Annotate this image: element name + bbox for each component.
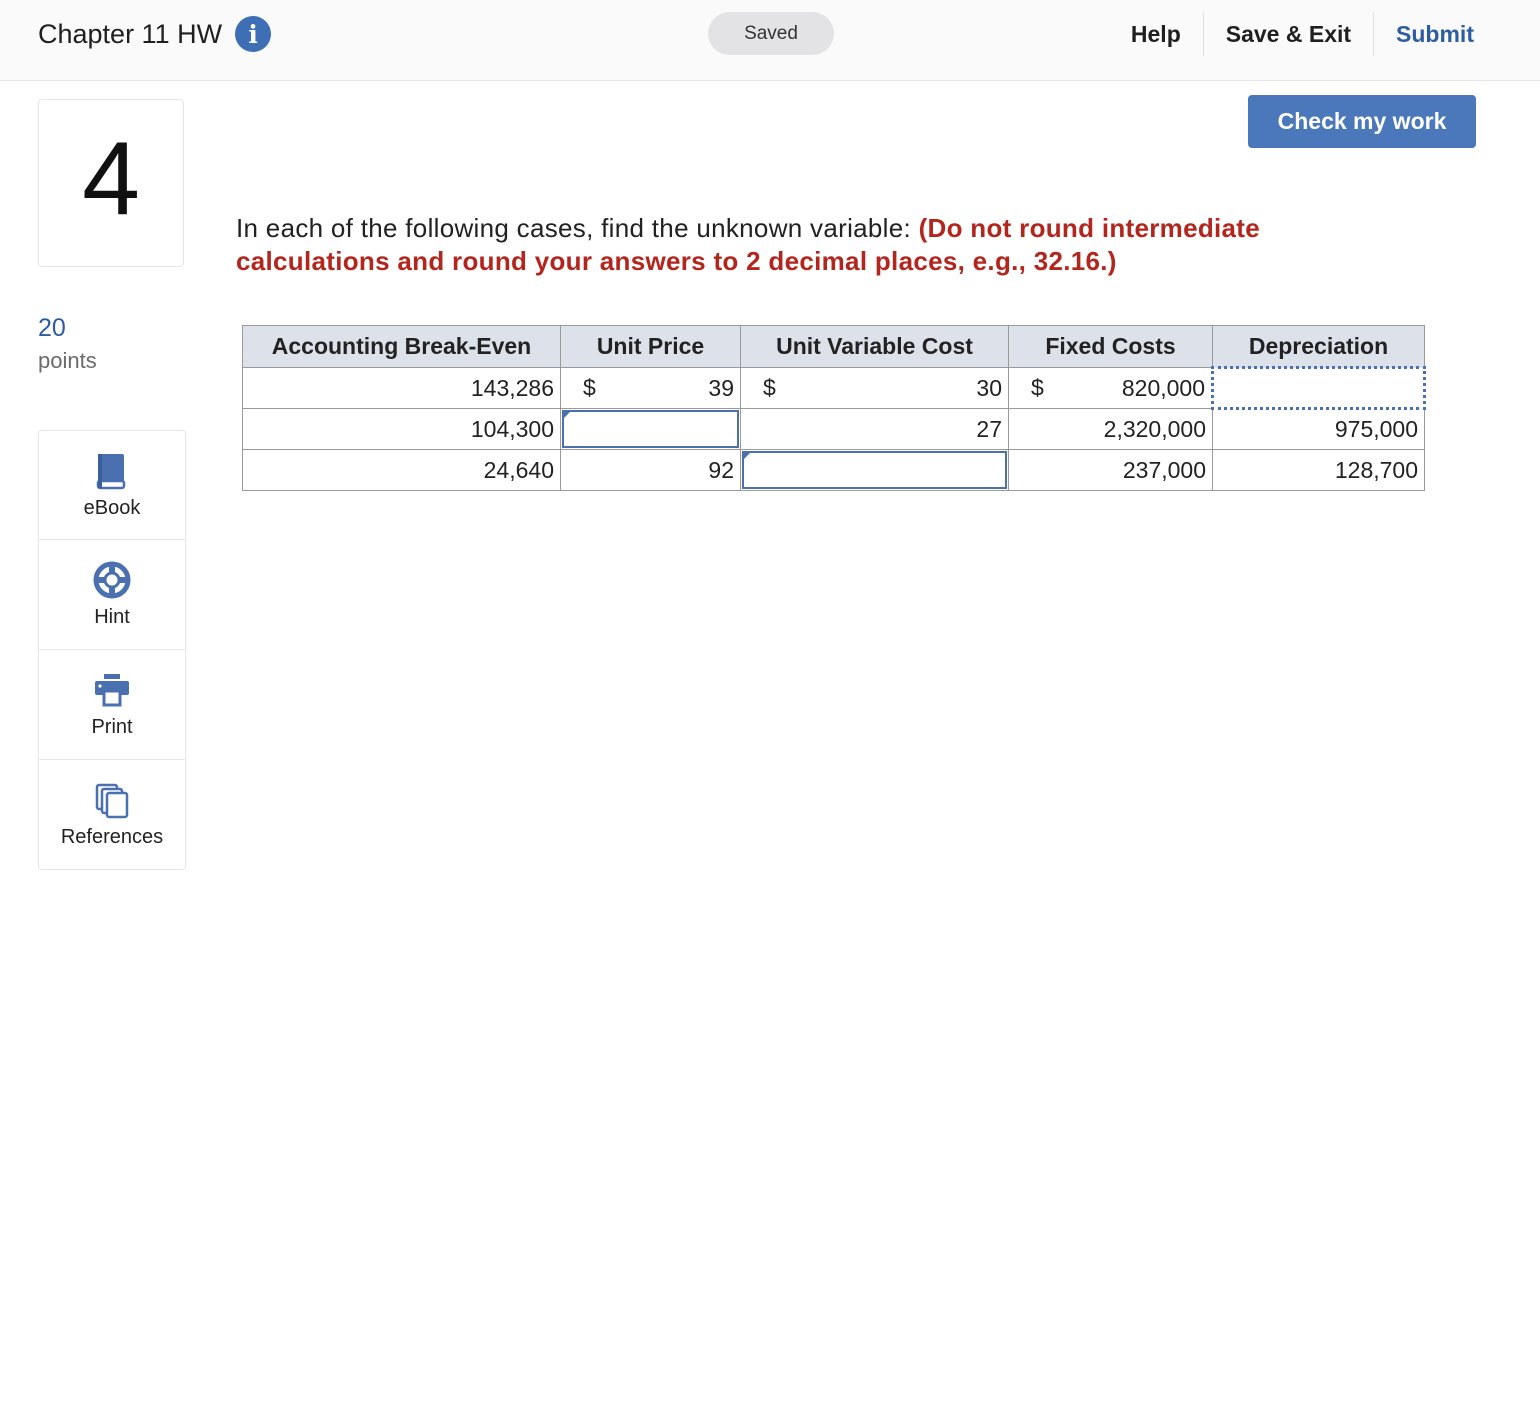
header-unit-variable-cost: Unit Variable Cost — [740, 325, 1009, 368]
help-link[interactable]: Help — [1109, 12, 1204, 56]
print-button[interactable]: Print — [38, 650, 186, 760]
assignment-title-area: Chapter 11 HW i — [38, 16, 272, 52]
print-label: Print — [91, 716, 133, 738]
ebook-button[interactable]: eBook — [38, 430, 186, 540]
unit-variable-cost-cell: $30 — [740, 367, 1009, 409]
header-fixed-costs: Fixed Costs — [1008, 325, 1213, 368]
table-row: 143,286 $39 $30 $820,000 — [242, 366, 1426, 410]
hint-label: Hint — [94, 606, 130, 628]
depreciation-cell: 128,700 — [1212, 449, 1425, 491]
unit-variable-cost-input-cell[interactable] — [740, 449, 1009, 491]
documents-icon — [95, 783, 129, 819]
unit-price-cell: $39 — [560, 367, 741, 409]
top-bar: Chapter 11 HW i Saved Help Save & Exit S… — [0, 0, 1540, 81]
question-number: 4 — [82, 121, 140, 237]
table-header-row: Accounting Break-Even Unit Price Unit Va… — [242, 325, 1425, 368]
currency-symbol: $ — [763, 374, 776, 401]
break-even-cell: 143,286 — [242, 367, 561, 409]
header-nav: Help Save & Exit Submit — [1109, 12, 1474, 56]
unit-price-value: 39 — [708, 374, 734, 401]
header-depreciation: Depreciation — [1212, 325, 1425, 368]
currency-symbol: $ — [1031, 374, 1044, 401]
unit-variable-cost-value: 30 — [976, 374, 1002, 401]
unit-price-input-cell[interactable] — [560, 408, 741, 450]
tools-panel: eBook Hint Print References — [38, 430, 186, 870]
unit-variable-cost-input[interactable] — [742, 451, 1007, 489]
info-icon[interactable]: i — [235, 16, 272, 52]
ebook-label: eBook — [83, 496, 141, 519]
references-button[interactable]: References — [38, 760, 186, 870]
hint-button[interactable]: Hint — [38, 540, 186, 650]
depreciation-answer-cell[interactable] — [1211, 366, 1426, 410]
break-even-cell: 104,300 — [242, 408, 561, 450]
input-marker-icon — [562, 410, 572, 420]
currency-symbol: $ — [583, 374, 596, 401]
submit-link[interactable]: Submit — [1374, 12, 1474, 56]
table-row: 24,640 92 237,000 128,700 — [242, 449, 1425, 491]
save-exit-link[interactable]: Save & Exit — [1204, 12, 1375, 56]
check-my-work-button[interactable]: Check my work — [1248, 95, 1476, 148]
lifebuoy-icon — [93, 561, 131, 599]
question-number-card: 4 — [38, 99, 184, 267]
fixed-costs-value: 820,000 — [1121, 374, 1205, 401]
question-instruction: In each of the following cases, find the… — [236, 213, 919, 243]
saved-status-badge: Saved — [708, 12, 834, 55]
unit-price-input[interactable] — [562, 410, 739, 448]
unit-price-cell: 92 — [560, 449, 741, 491]
fixed-costs-cell: 237,000 — [1008, 449, 1213, 491]
question-prompt: In each of the following cases, find the… — [236, 212, 1376, 278]
input-marker-icon — [742, 451, 752, 461]
table-row: 104,300 27 2,320,000 975,000 — [242, 408, 1425, 450]
break-even-cell: 24,640 — [242, 449, 561, 491]
assignment-title: Chapter 11 HW — [38, 18, 223, 49]
printer-icon — [95, 674, 129, 707]
depreciation-cell: 975,000 — [1212, 408, 1425, 450]
header-unit-price: Unit Price — [560, 325, 741, 368]
points-value: 20 — [38, 314, 66, 342]
references-label: References — [60, 826, 164, 848]
fixed-costs-cell: $820,000 — [1008, 367, 1213, 409]
header-break-even: Accounting Break-Even — [242, 325, 561, 368]
points-label: points — [38, 348, 97, 373]
fixed-costs-cell: 2,320,000 — [1008, 408, 1213, 450]
book-icon — [96, 453, 126, 489]
unit-variable-cost-cell: 27 — [740, 408, 1009, 450]
answer-table: Accounting Break-Even Unit Price Unit Va… — [242, 325, 1426, 491]
